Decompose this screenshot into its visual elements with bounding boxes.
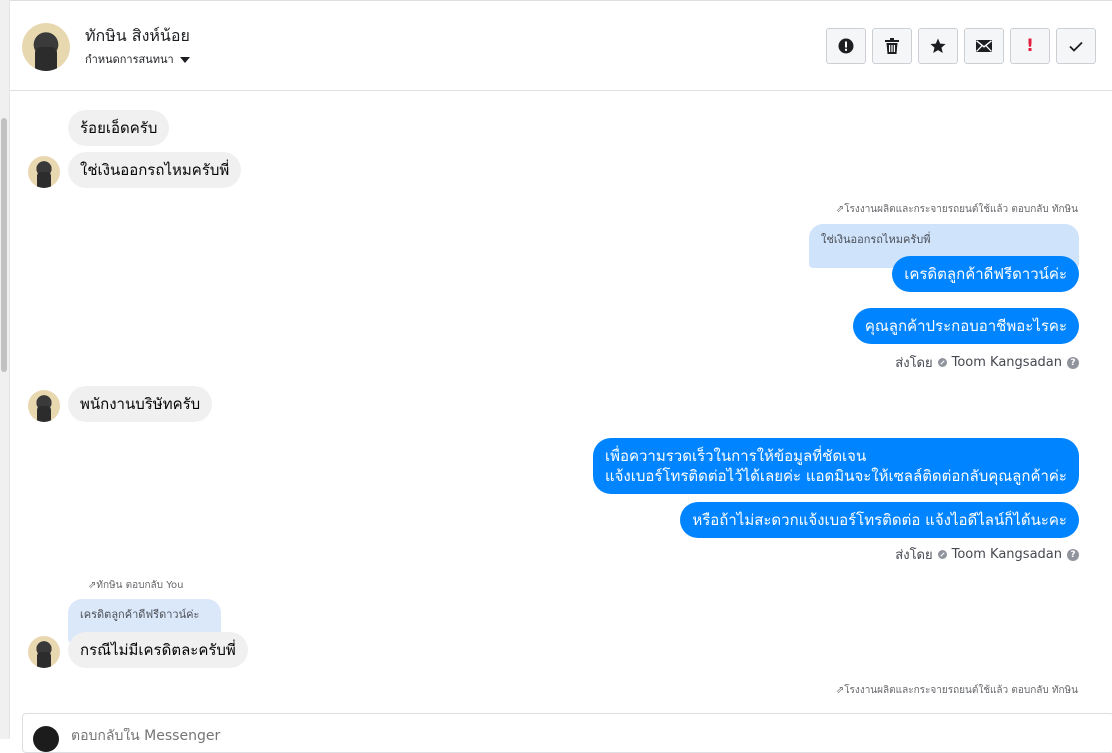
conversation-toolbar: ! xyxy=(826,28,1096,64)
contact-avatar-small[interactable] xyxy=(28,390,60,422)
page-scrollbar[interactable] xyxy=(0,0,10,739)
sender-verified-icon xyxy=(937,550,947,559)
alert-circle-icon xyxy=(838,38,854,54)
contact-name[interactable]: ทักษิน สิงห์น้อย xyxy=(85,24,190,49)
contact-avatar-small[interactable] xyxy=(28,636,60,668)
incoming-message[interactable]: กรณีไม่มีเครดิตละครับพี่ xyxy=(68,632,248,668)
outgoing-message[interactable]: เพื่อความรวดเร็วในการให้ข้อมูลที่ชัดเจน … xyxy=(592,438,1079,494)
follow-up-button[interactable]: ! xyxy=(1010,28,1050,64)
check-icon xyxy=(1069,41,1083,52)
sent-by-label: ส่งโดย xyxy=(895,356,933,371)
incoming-message[interactable]: พนักงานบริษัทครับ xyxy=(68,386,213,422)
sent-by-label: ส่งโดย xyxy=(895,548,933,563)
delete-button[interactable] xyxy=(872,28,912,64)
sender-name[interactable]: Toom Kangsadan xyxy=(952,547,1062,562)
reply-meta-text: โรงงานผลิตและกระจายรถยนต์ใช้แล้ว ตอบกลับ… xyxy=(844,685,1078,696)
reply-arrow-icon: ⇗ xyxy=(835,685,845,696)
reply-meta: ⇗ทักษิน ตอบกลับ You xyxy=(88,578,183,593)
reply-meta-text: ทักษิน ตอบกลับ You xyxy=(96,580,184,591)
caret-down-icon xyxy=(179,56,190,63)
help-icon[interactable]: ? xyxy=(1067,356,1079,369)
sender-verified-icon xyxy=(937,358,947,367)
page-avatar xyxy=(33,726,59,752)
incoming-message[interactable]: ใช่เงินออกรถไหมครับพี่ xyxy=(68,152,242,188)
contact-avatar-small[interactable] xyxy=(28,156,60,188)
trash-icon xyxy=(885,38,899,54)
message-line: เพื่อความรวดเร็วในการให้ข้อมูลที่ชัดเจน xyxy=(604,447,867,465)
envelope-icon xyxy=(976,40,992,52)
mark-spam-button[interactable] xyxy=(826,28,866,64)
help-icon[interactable]: ? xyxy=(1067,548,1079,561)
mark-done-button[interactable] xyxy=(1056,28,1096,64)
incoming-message[interactable]: ร้อยเอ็ดครับ xyxy=(68,110,170,146)
message-thread[interactable]: ร้อยเอ็ดครับ ใช่เงินออกรถไหมครับพี่ ⇗โรง… xyxy=(10,92,1112,712)
reply-meta: ⇗โรงงานผลิตและกระจายรถยนต์ใช้แล้ว ตอบกลั… xyxy=(836,202,1078,217)
reply-arrow-icon: ⇗ xyxy=(835,204,845,215)
outgoing-message[interactable]: หรือถ้าไม่สะดวกแจ้งเบอร์โทรติดต่อ แจ้งไอ… xyxy=(680,502,1079,538)
outgoing-message[interactable]: คุณลูกค้าประกอบอาชีพอะไรคะ xyxy=(852,308,1079,344)
reply-meta: ⇗โรงงานผลิตและกระจายรถยนต์ใช้แล้ว ตอบกลั… xyxy=(836,683,1078,698)
star-button[interactable] xyxy=(918,28,958,64)
sender-name[interactable]: Toom Kangsadan xyxy=(952,355,1062,370)
sent-by-info: ส่งโดย Toom Kangsadan ? xyxy=(895,544,1079,565)
conversation-settings-label: กำหนดการสนทนา xyxy=(85,53,174,66)
outgoing-message[interactable]: เครดิตลูกค้าดีฟรีดาวน์ค่ะ xyxy=(892,256,1079,292)
contact-avatar[interactable] xyxy=(22,23,70,71)
reply-input[interactable] xyxy=(71,728,471,744)
reply-meta-text: โรงงานผลิตและกระจายรถยนต์ใช้แล้ว ตอบกลับ… xyxy=(844,204,1078,215)
mark-unread-button[interactable] xyxy=(964,28,1004,64)
conversation-settings-dropdown[interactable]: กำหนดการสนทนา xyxy=(85,50,190,68)
conversation-header: ทักษิน สิงห์น้อย กำหนดการสนทนา ! xyxy=(10,0,1112,91)
sent-by-info: ส่งโดย Toom Kangsadan ? xyxy=(895,352,1079,373)
star-icon xyxy=(930,38,946,53)
exclamation-icon: ! xyxy=(1026,36,1034,56)
message-line: แจ้งเบอร์โทรติดต่อไว้ได้เลยค่ะ แอดมินจะใ… xyxy=(604,467,1067,485)
page-scrollbar-thumb[interactable] xyxy=(1,118,7,372)
reply-composer[interactable] xyxy=(22,713,1112,753)
